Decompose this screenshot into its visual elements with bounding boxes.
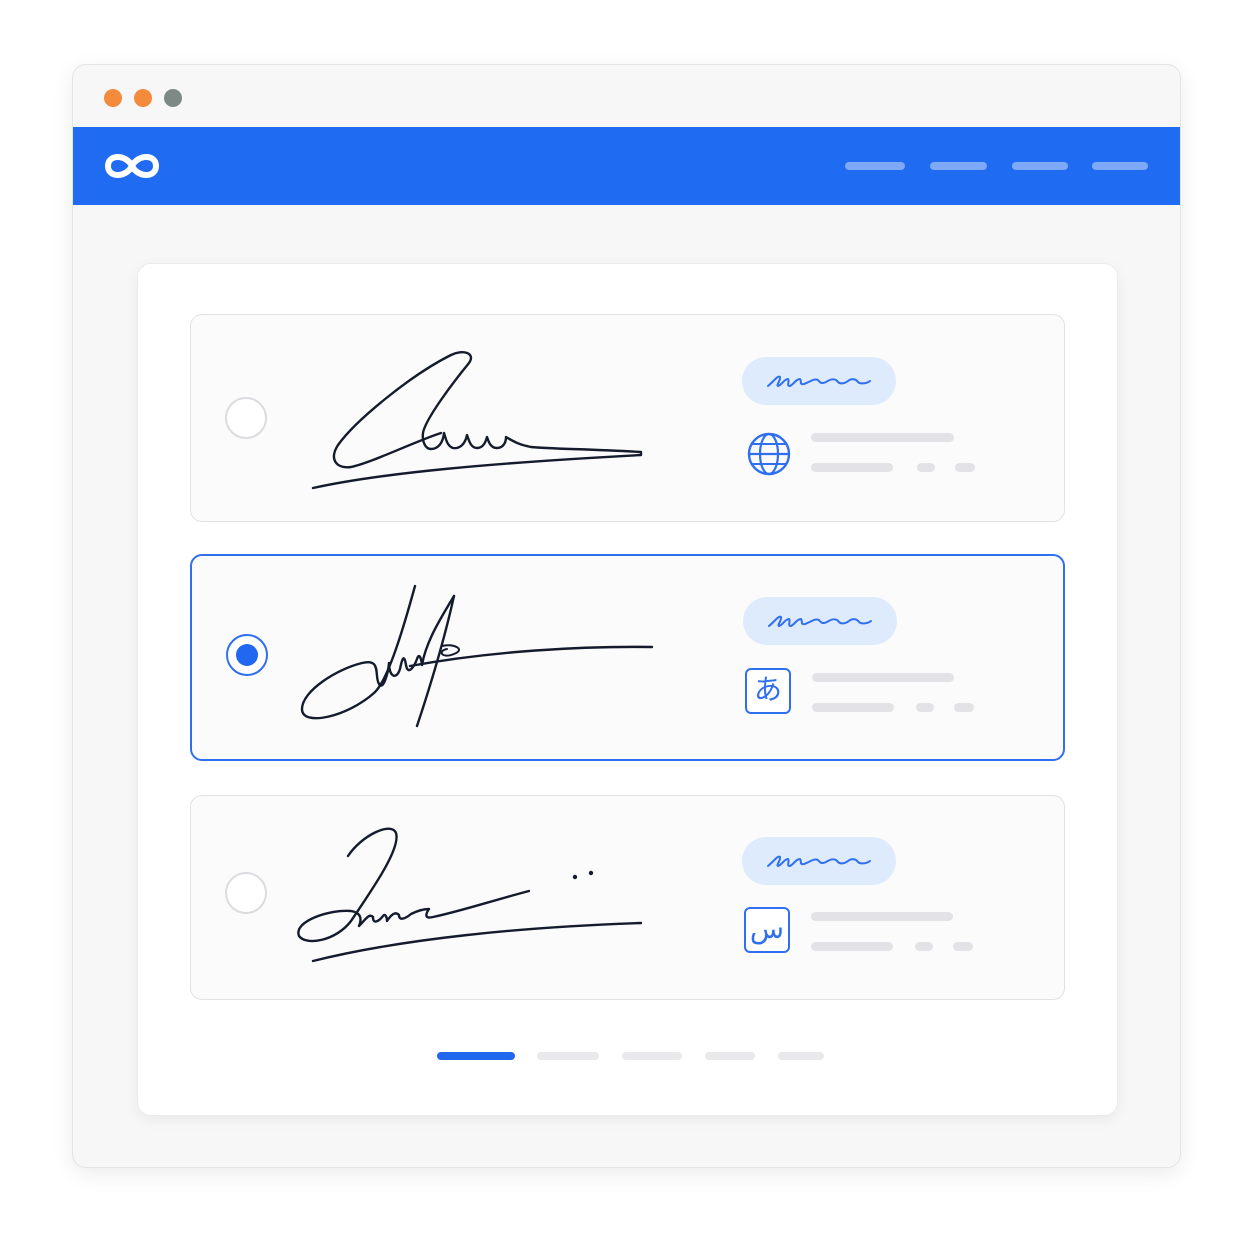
top-navbar bbox=[73, 127, 1180, 205]
signature-picker-panel: あ س bbox=[137, 263, 1118, 1116]
signature-option-1[interactable] bbox=[190, 314, 1065, 522]
radio-button-checked[interactable] bbox=[226, 634, 268, 676]
page-indicator-3[interactable] bbox=[622, 1052, 682, 1060]
nav-link-3[interactable] bbox=[1012, 162, 1068, 170]
text-placeholder-dot bbox=[916, 703, 934, 712]
radio-button[interactable] bbox=[225, 872, 267, 914]
script-squiggle-icon bbox=[767, 375, 871, 388]
infinity-logo-icon[interactable] bbox=[103, 149, 161, 183]
signature-style-badge[interactable] bbox=[742, 837, 896, 885]
text-placeholder-line bbox=[811, 942, 893, 951]
text-placeholder-dot bbox=[917, 463, 935, 472]
text-placeholder-dot bbox=[953, 942, 973, 951]
japanese-char-icon: あ bbox=[745, 668, 791, 714]
text-placeholder-line bbox=[811, 912, 953, 921]
text-placeholder-line bbox=[811, 433, 954, 442]
text-placeholder-line bbox=[812, 673, 954, 682]
page-indicator-4[interactable] bbox=[705, 1052, 755, 1060]
nav-link-1[interactable] bbox=[845, 162, 905, 170]
globe-icon bbox=[747, 432, 791, 476]
browser-window: あ س bbox=[72, 64, 1181, 1168]
text-placeholder-line bbox=[811, 463, 893, 472]
signature-option-3[interactable]: س bbox=[190, 795, 1065, 1000]
text-placeholder-dot bbox=[954, 703, 974, 712]
text-placeholder-dot bbox=[955, 463, 975, 472]
script-squiggle-icon bbox=[768, 615, 872, 628]
maximize-dot[interactable] bbox=[164, 89, 182, 107]
handwritten-signature-icon bbox=[297, 827, 643, 963]
title-bar bbox=[73, 65, 1180, 127]
text-placeholder-line bbox=[812, 703, 894, 712]
nav-link-4[interactable] bbox=[1092, 162, 1148, 170]
radio-button[interactable] bbox=[225, 397, 267, 439]
handwritten-signature-icon bbox=[311, 351, 643, 490]
page-indicator-2[interactable] bbox=[537, 1052, 599, 1060]
signature-style-badge[interactable] bbox=[743, 597, 897, 645]
page-indicator-5[interactable] bbox=[778, 1052, 824, 1060]
close-dot[interactable] bbox=[104, 89, 122, 107]
text-placeholder-dot bbox=[915, 942, 933, 951]
signature-style-badge[interactable] bbox=[742, 357, 896, 405]
handwritten-signature-icon bbox=[300, 584, 654, 728]
arabic-char-icon: س bbox=[744, 907, 790, 953]
signature-option-2[interactable]: あ bbox=[190, 554, 1065, 761]
nav-link-2[interactable] bbox=[930, 162, 987, 170]
script-squiggle-icon bbox=[767, 855, 871, 868]
page-indicator-1[interactable] bbox=[437, 1052, 515, 1060]
minimize-dot[interactable] bbox=[134, 89, 152, 107]
